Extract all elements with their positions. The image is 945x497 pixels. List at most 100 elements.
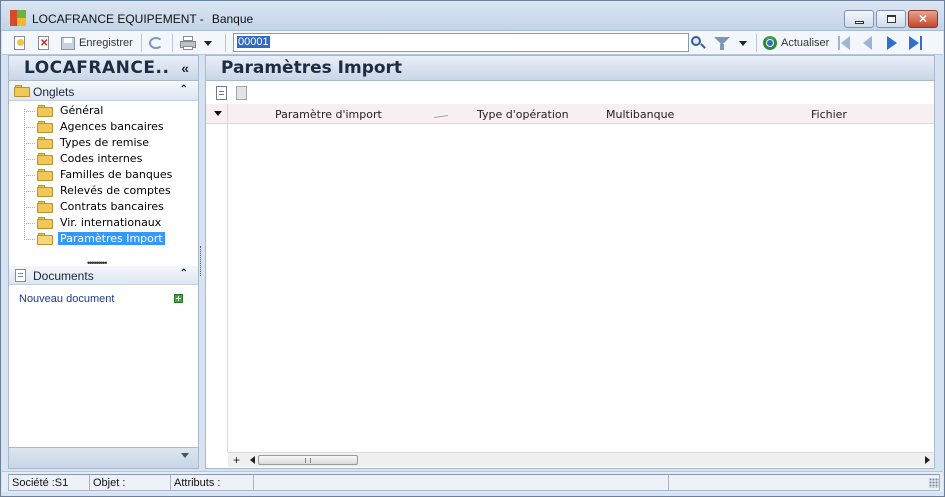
delete-icon: ✕	[38, 36, 49, 50]
tab-label: Général	[60, 104, 104, 117]
record-code-value: 00001	[237, 36, 270, 48]
new-record-icon	[12, 35, 28, 51]
folder-icon	[37, 169, 53, 181]
tab-parametres-import[interactable]: Paramètres Import	[24, 231, 194, 247]
status-objet: Objet :	[89, 474, 171, 491]
tab-codes-internes[interactable]: Codes internes	[24, 151, 194, 167]
folder-icon	[37, 137, 53, 149]
save-button[interactable]: Enregistrer	[60, 34, 133, 52]
sync-icon	[148, 35, 164, 51]
resize-grip-icon[interactable]	[929, 478, 939, 488]
panel-splitter[interactable]	[200, 246, 203, 276]
window-title-app: LOCAFRANCE EQUIPEMENT -	[32, 12, 204, 26]
tab-label: Familles de banques	[60, 168, 173, 181]
search-button[interactable]	[690, 34, 706, 52]
chevron-down-icon	[204, 40, 212, 46]
refresh-label: Actualiser	[781, 37, 830, 49]
collapse-up-icon[interactable]: ⌃	[180, 268, 188, 279]
maximize-button[interactable]	[876, 10, 906, 28]
left-panel: LOCAFRANCE.. « Onglets ⌃ Général Agences…	[8, 55, 199, 469]
first-record-button[interactable]	[838, 34, 850, 52]
column-header-type-operation[interactable]: Type d'opération	[477, 108, 569, 121]
record-code-input[interactable]: 00001	[233, 33, 689, 52]
delete-line-icon[interactable]	[236, 86, 247, 100]
tab-agences-bancaires[interactable]: Agences bancaires	[24, 119, 194, 135]
refresh-button[interactable]: Actualiser	[762, 34, 829, 52]
last-record-button[interactable]	[909, 34, 922, 52]
documents-section-header[interactable]: Documents ⌃	[9, 266, 198, 285]
app-icon	[10, 10, 26, 26]
tab-general[interactable]: Général	[24, 103, 194, 119]
print-dropdown[interactable]	[204, 34, 212, 52]
tab-contrats-bancaires[interactable]: Contrats bancaires	[24, 199, 194, 215]
close-button[interactable]: ✕	[908, 10, 938, 28]
main-panel: Paramètres Import Paramètre d'import Typ…	[205, 55, 935, 469]
column-header-parametre-import[interactable]: Paramètre d'import	[275, 108, 382, 121]
scroll-right-icon[interactable]	[925, 456, 930, 464]
sync-button[interactable]	[148, 34, 164, 52]
filter-dropdown[interactable]	[739, 34, 747, 52]
tab-vir-internationaux[interactable]: Vir. internationaux	[24, 215, 194, 231]
data-grid: Paramètre d'import Type d'opération Mult…	[206, 104, 934, 452]
save-label: Enregistrer	[79, 37, 133, 49]
last-icon	[909, 36, 919, 50]
close-icon: ✕	[918, 13, 928, 26]
toolbar-separator	[172, 34, 173, 52]
scroll-left-icon[interactable]	[250, 456, 255, 464]
delete-button[interactable]: ✕	[36, 34, 52, 52]
folder-icon	[37, 121, 53, 133]
tabs-section-header[interactable]: Onglets ⌃	[9, 82, 198, 101]
column-header-fichier[interactable]: Fichier	[811, 108, 847, 121]
refresh-icon	[762, 35, 778, 51]
toolbar-separator	[141, 34, 142, 52]
new-button[interactable]	[12, 34, 28, 52]
window-title: LOCAFRANCE EQUIPEMENT - Banque	[32, 12, 253, 26]
chevron-down-icon[interactable]	[181, 453, 189, 458]
grid-header: Paramètre d'import Type d'opération Mult…	[206, 104, 934, 124]
tab-familles-de-banques[interactable]: Familles de banques	[24, 167, 194, 183]
chevron-down-icon[interactable]	[214, 111, 222, 116]
tab-releves-de-comptes[interactable]: Relevés de comptes	[24, 183, 194, 199]
app-window: LOCAFRANCE EQUIPEMENT - Banque ✕ ✕ Enreg…	[0, 0, 945, 497]
folder-icon	[37, 185, 53, 197]
tab-label: Contrats bancaires	[60, 200, 164, 213]
page-title: Paramètres Import	[221, 58, 403, 78]
tab-types-de-remise[interactable]: Types de remise	[24, 135, 194, 151]
sort-indicator-icon	[433, 115, 449, 118]
column-header-multibanque[interactable]: Multibanque	[606, 108, 674, 121]
grid-toolbar	[206, 82, 934, 104]
tab-label: Relevés de comptes	[60, 184, 171, 197]
print-button[interactable]	[180, 34, 196, 52]
tab-label: Vir. internationaux	[60, 216, 162, 229]
title-bar[interactable]: LOCAFRANCE EQUIPEMENT - Banque ✕	[1, 1, 944, 31]
tab-label: Agences bancaires	[60, 120, 164, 133]
previous-icon	[863, 36, 872, 50]
status-attributs: Attributs :	[170, 474, 254, 491]
status-panel-empty	[253, 474, 669, 491]
new-line-icon[interactable]	[216, 86, 227, 100]
documents-section-label: Documents	[33, 269, 94, 283]
collapse-panel-icon[interactable]: «	[181, 60, 189, 76]
search-icon	[690, 35, 706, 51]
filter-button[interactable]	[714, 34, 730, 52]
new-document-link[interactable]: Nouveau document	[19, 293, 114, 305]
left-panel-footer	[9, 447, 198, 468]
tabs-section-label: Onglets	[33, 85, 75, 99]
tab-label: Paramètres Import	[58, 232, 165, 245]
row-selector-column	[206, 104, 228, 452]
maximize-icon	[887, 15, 896, 23]
tab-label: Codes internes	[60, 152, 143, 165]
add-document-icon[interactable]	[174, 294, 183, 303]
next-record-button[interactable]	[887, 34, 897, 52]
chevron-down-icon	[739, 40, 747, 46]
horizontal-scrollbar[interactable]: +	[228, 452, 934, 467]
toolbar: ✕ Enregistrer 00001 Actualiser	[2, 31, 943, 55]
previous-record-button[interactable]	[863, 34, 872, 52]
main-header: Paramètres Import	[206, 56, 934, 81]
minimize-button[interactable]	[844, 10, 874, 28]
collapse-up-icon[interactable]: ⌃	[180, 84, 188, 95]
toolbar-separator	[756, 34, 757, 52]
save-icon	[60, 35, 76, 51]
scrollbar-thumb[interactable]	[258, 455, 358, 465]
add-row-icon[interactable]: +	[233, 453, 240, 467]
